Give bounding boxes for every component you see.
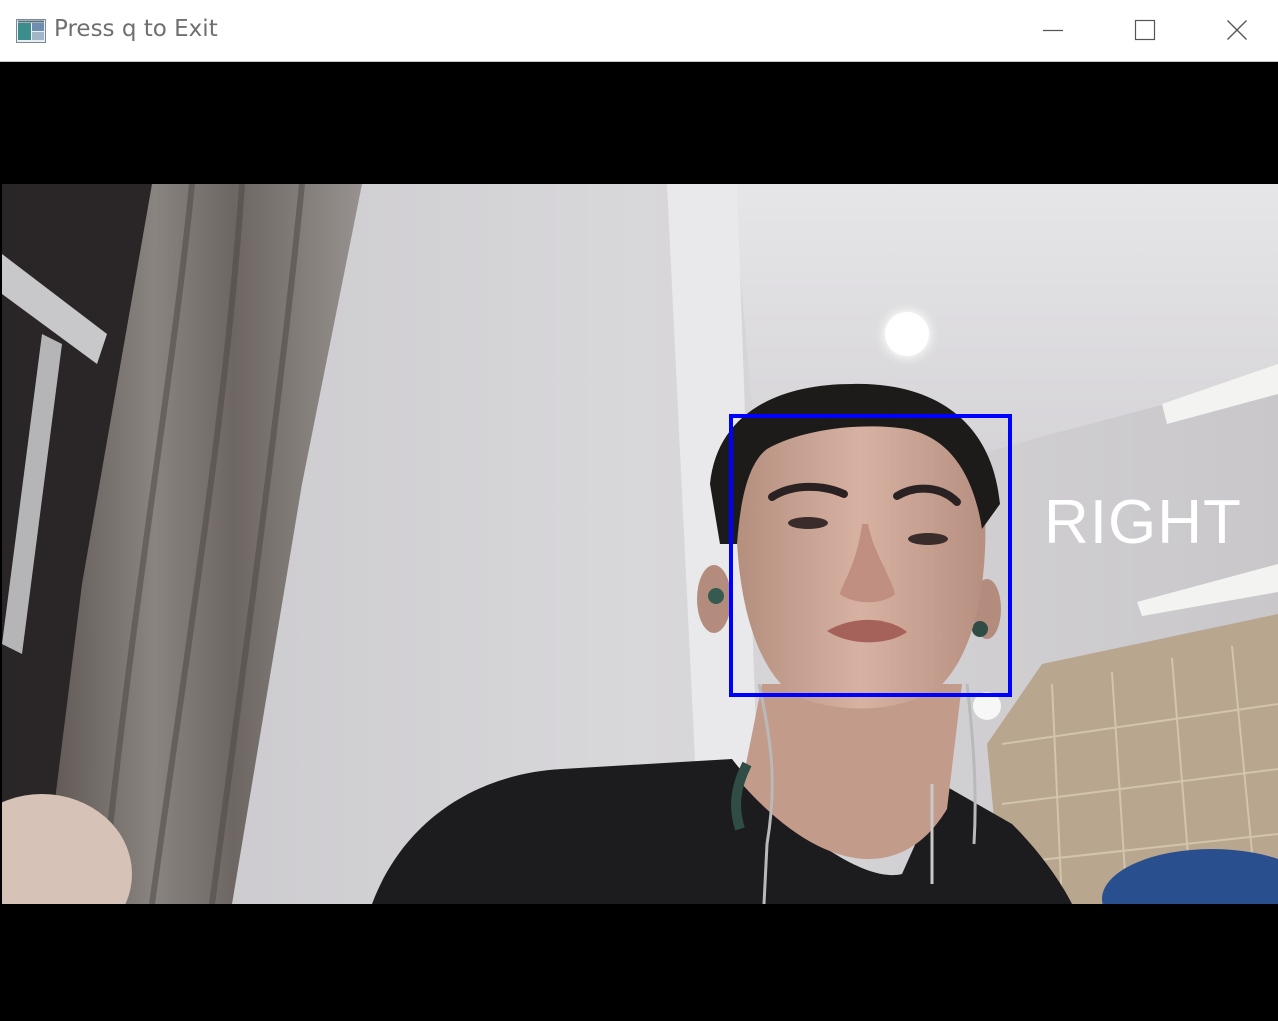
maximize-button[interactable] xyxy=(1098,0,1190,62)
minimize-button[interactable] xyxy=(1006,0,1098,62)
maximize-icon xyxy=(1134,19,1156,41)
close-button[interactable] xyxy=(1190,0,1278,62)
head-direction-label: RIGHT xyxy=(1044,488,1242,557)
face-detection-box xyxy=(729,414,1012,697)
app-window-icon xyxy=(16,19,46,43)
title-bar[interactable]: Press q to Exit xyxy=(0,0,1278,62)
close-icon xyxy=(1227,20,1247,40)
minimize-icon xyxy=(1043,29,1063,32)
window-title: Press q to Exit xyxy=(54,16,218,42)
